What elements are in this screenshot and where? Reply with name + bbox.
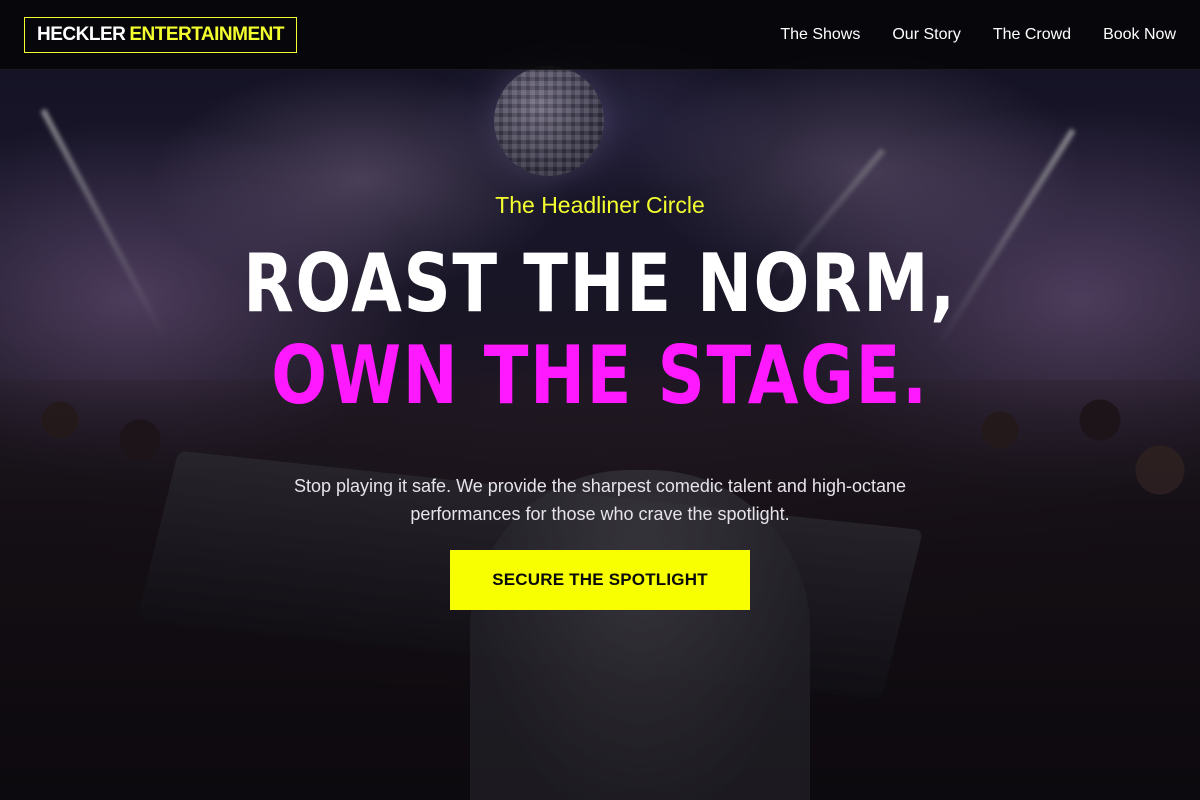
hero-section: The Headliner Circle ROAST THE NORM, OWN… [0, 70, 1200, 800]
hero-headline: ROAST THE NORM, OWN THE STAGE. [108, 238, 1092, 422]
page: HECKLER ENTERTAINMENT The Shows Our Stor… [0, 0, 1200, 800]
secure-spotlight-button[interactable]: SECURE THE SPOTLIGHT [450, 550, 750, 610]
main-nav: The Shows Our Story The Crowd Book Now [780, 26, 1176, 44]
nav-link-our-story[interactable]: Our Story [892, 26, 960, 44]
hero-eyebrow: The Headliner Circle [495, 192, 705, 218]
brand-logo[interactable]: HECKLER ENTERTAINMENT [24, 16, 297, 53]
brand-name-part2: ENTERTAINMENT [129, 23, 284, 45]
hero-headline-line1: ROAST THE NORM, [243, 237, 957, 330]
site-header: HECKLER ENTERTAINMENT The Shows Our Stor… [0, 0, 1200, 70]
nav-link-book-now[interactable]: Book Now [1103, 26, 1176, 44]
nav-link-the-crowd[interactable]: The Crowd [993, 26, 1071, 44]
hero-subtext: Stop playing it safe. We provide the sha… [293, 476, 907, 524]
hero-headline-line2: OWN THE STAGE. [271, 329, 929, 422]
nav-link-the-shows[interactable]: The Shows [780, 26, 860, 44]
brand-name-part1: HECKLER [37, 23, 126, 45]
